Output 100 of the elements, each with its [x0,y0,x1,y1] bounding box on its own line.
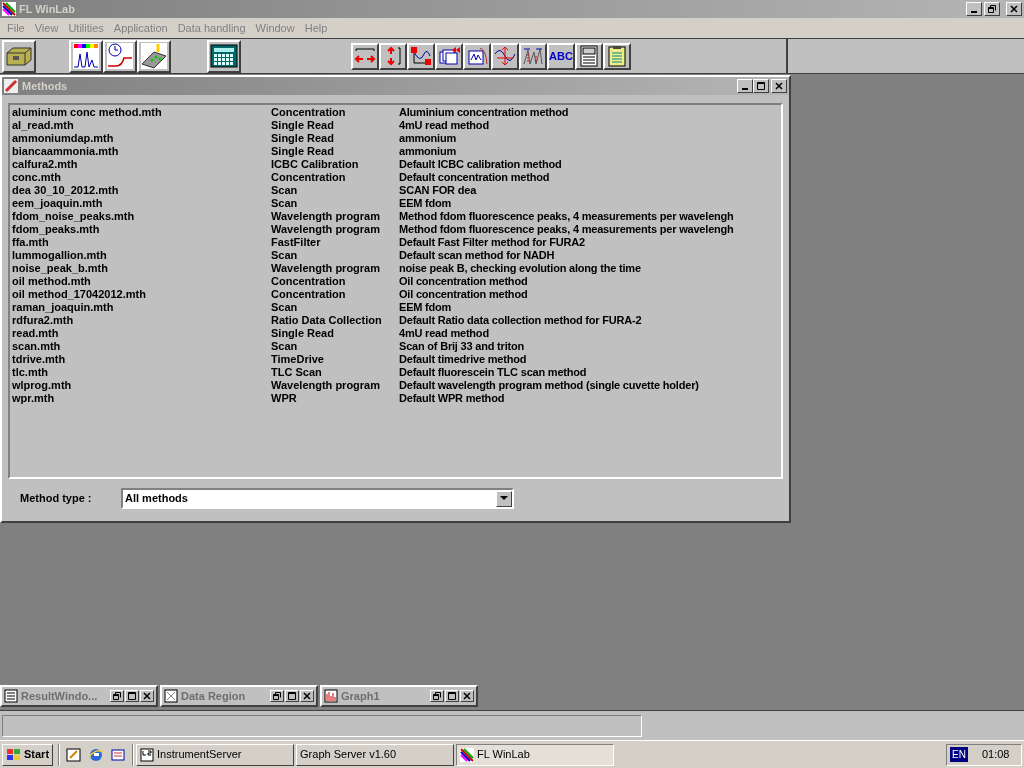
method-file-name[interactable]: wpr.mth [10,392,271,405]
method-type[interactable]: Scan [271,184,399,197]
method-description[interactable]: Aluminium concentration method [399,106,569,119]
method-file-name[interactable]: raman_joaquin.mth [10,301,271,314]
method-type[interactable]: Concentration [271,288,399,301]
method-file-name[interactable]: lummogallion.mth [10,249,271,262]
method-file-name[interactable]: fdom_peaks.mth [10,223,271,236]
close-button[interactable] [771,79,787,93]
toolbar-button[interactable] [407,42,435,70]
method-type-dropdown[interactable]: All methods [121,488,514,509]
method-file-name[interactable]: ammoniumdap.mth [10,132,271,145]
toolbar-button[interactable] [137,39,171,73]
method-description[interactable]: Default WPR method [399,392,505,405]
method-file-name[interactable]: oil method.mth [10,275,271,288]
desktop-icon[interactable] [66,746,83,763]
method-type[interactable]: Single Read [271,327,399,340]
method-type[interactable]: Wavelength program [271,379,399,392]
maximize-button[interactable] [285,690,299,702]
method-description[interactable]: EEM fdom [399,301,452,314]
method-type[interactable]: ICBC Calibration [271,158,399,171]
toolbar-button[interactable] [379,42,407,70]
method-file-name[interactable]: eem_joaquin.mth [10,197,271,210]
method-description[interactable]: Scan of Brij 33 and triton [399,340,524,353]
toolbar-button[interactable] [2,39,36,73]
toolbar-button[interactable] [435,42,463,70]
toolbar-button[interactable] [463,42,491,70]
maximize-button[interactable] [445,690,459,702]
method-description[interactable]: 4mU read method [399,327,489,340]
toolbar-button[interactable] [519,42,547,70]
method-description[interactable]: ammonium [399,145,457,158]
method-file-name[interactable]: rdfura2.mth [10,314,271,327]
maximize-button[interactable] [753,79,769,93]
method-description[interactable]: Default concentration method [399,171,550,184]
method-file-name[interactable]: tlc.mth [10,366,271,379]
toolbar-button[interactable]: ABC [547,42,575,70]
method-description[interactable]: ammonium [399,132,457,145]
toolbar-button[interactable] [351,42,379,70]
method-description[interactable]: EEM fdom [399,197,452,210]
close-button[interactable] [300,690,314,702]
method-file-name[interactable]: wlprog.mth [10,379,271,392]
method-description[interactable]: Oil concentration method [399,275,528,288]
method-file-name[interactable]: aluminium conc method.mth [10,106,271,119]
method-description[interactable]: Default ICBC calibration method [399,158,562,171]
browser-icon[interactable] [88,746,105,763]
method-type[interactable]: Single Read [271,119,399,132]
toolbar-button[interactable] [491,42,519,70]
method-type[interactable]: Scan [271,249,399,262]
maximize-button[interactable] [125,690,139,702]
restore-button[interactable] [984,2,1000,16]
method-file-name[interactable]: dea 30_10_2012.mth [10,184,271,197]
close-button[interactable] [460,690,474,702]
method-type[interactable]: Wavelength program [271,223,399,236]
method-file-name[interactable]: tdrive.mth [10,353,271,366]
method-type[interactable]: Wavelength program [271,262,399,275]
close-button[interactable] [1006,2,1022,16]
method-type[interactable]: Scan [271,340,399,353]
method-type[interactable]: TimeDrive [271,353,399,366]
taskbar-button[interactable]: Graph Server v1.60 [296,743,455,766]
method-description[interactable]: Default Fast Filter method for FURA2 [399,236,585,249]
method-type[interactable]: Single Read [271,132,399,145]
method-description[interactable]: Method fdom fluorescence peaks, 4 measurements per wavelengh [399,223,734,236]
toolbar-button[interactable] [103,39,137,73]
toolbar-button[interactable] [207,39,241,73]
restore-button[interactable] [110,690,124,702]
language-indicator[interactable]: EN [950,747,968,762]
method-type[interactable]: Concentration [271,106,399,119]
method-description[interactable]: Method fdom fluorescence peaks, 4 measurements per wavelengh [399,210,734,223]
method-file-name[interactable]: fdom_noise_peaks.mth [10,210,271,223]
method-type[interactable]: Scan [271,197,399,210]
method-description[interactable]: Default wavelength program method (single cuvette holder) [399,379,699,392]
method-description[interactable]: Default Ratio data collection method for FURA-2 [399,314,642,327]
method-type[interactable]: Concentration [271,171,399,184]
method-file-name[interactable]: read.mth [10,327,271,340]
method-file-name[interactable]: biancaammonia.mth [10,145,271,158]
method-description[interactable]: SCAN FOR dea [399,184,477,197]
taskbar-button[interactable]: FL WinLab [456,743,615,766]
method-type[interactable]: Scan [271,301,399,314]
method-file-name[interactable]: conc.mth [10,171,271,184]
method-file-name[interactable]: al_read.mth [10,119,271,132]
method-description[interactable]: Oil concentration method [399,288,528,301]
windows-folder-icon[interactable] [110,746,127,763]
method-description[interactable]: Default scan method for NADH [399,249,555,262]
minimize-button[interactable] [966,2,982,16]
toolbar-button[interactable] [603,42,631,70]
restore-button[interactable] [270,690,284,702]
taskbar-button[interactable]: InstrumentServer [136,743,295,766]
method-type[interactable]: FastFilter [271,236,399,249]
method-file-name[interactable]: ffa.mth [10,236,271,249]
method-description[interactable]: Default timedrive method [399,353,527,366]
method-file-name[interactable]: oil method_17042012.mth [10,288,271,301]
method-type[interactable]: TLC Scan [271,366,399,379]
close-button[interactable] [140,690,154,702]
method-type[interactable]: WPR [271,392,399,405]
method-file-name[interactable]: noise_peak_b.mth [10,262,271,275]
method-type[interactable]: Single Read [271,145,399,158]
method-file-name[interactable]: scan.mth [10,340,271,353]
method-type[interactable]: Ratio Data Collection [271,314,399,327]
dropdown-arrow-button[interactable] [496,490,512,507]
toolbar-button[interactable] [575,42,603,70]
minimize-button[interactable] [737,79,753,93]
